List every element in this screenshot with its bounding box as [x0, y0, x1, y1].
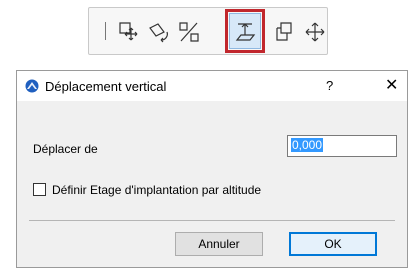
help-button[interactable]: ? [326, 78, 333, 93]
rotate-icon[interactable] [147, 20, 171, 44]
active-tool-highlight [225, 9, 265, 53]
dialog-titlebar[interactable]: Déplacement vertical ? ✕ [17, 71, 407, 101]
ok-button[interactable]: OK [289, 232, 377, 256]
move-distance-input[interactable]: 0,000 [287, 135, 397, 157]
edit-toolbar [88, 7, 328, 55]
story-by-elevation-label[interactable]: Définir Etage d'implantation par altitud… [52, 183, 261, 197]
dialog-body: Déplacer de 0,000 Définir Etage d'implan… [17, 101, 407, 267]
dialog-title: Déplacement vertical [45, 79, 167, 94]
app-icon [25, 79, 39, 93]
move-distance-value: 0,000 [291, 138, 324, 152]
drag-icon[interactable] [303, 20, 327, 44]
move-distance-label: Déplacer de [33, 142, 98, 156]
move-icon[interactable] [117, 20, 141, 44]
dialog-divider [29, 220, 395, 221]
multiply-icon[interactable] [273, 20, 297, 44]
mirror-icon[interactable] [177, 20, 201, 44]
close-button[interactable]: ✕ [385, 75, 398, 95]
cancel-button[interactable]: Annuler [175, 232, 263, 256]
story-by-elevation-checkbox[interactable] [33, 183, 46, 196]
vertical-move-dialog: Déplacement vertical ? ✕ Déplacer de 0,0… [16, 70, 408, 268]
toolbar-separator [105, 22, 106, 40]
